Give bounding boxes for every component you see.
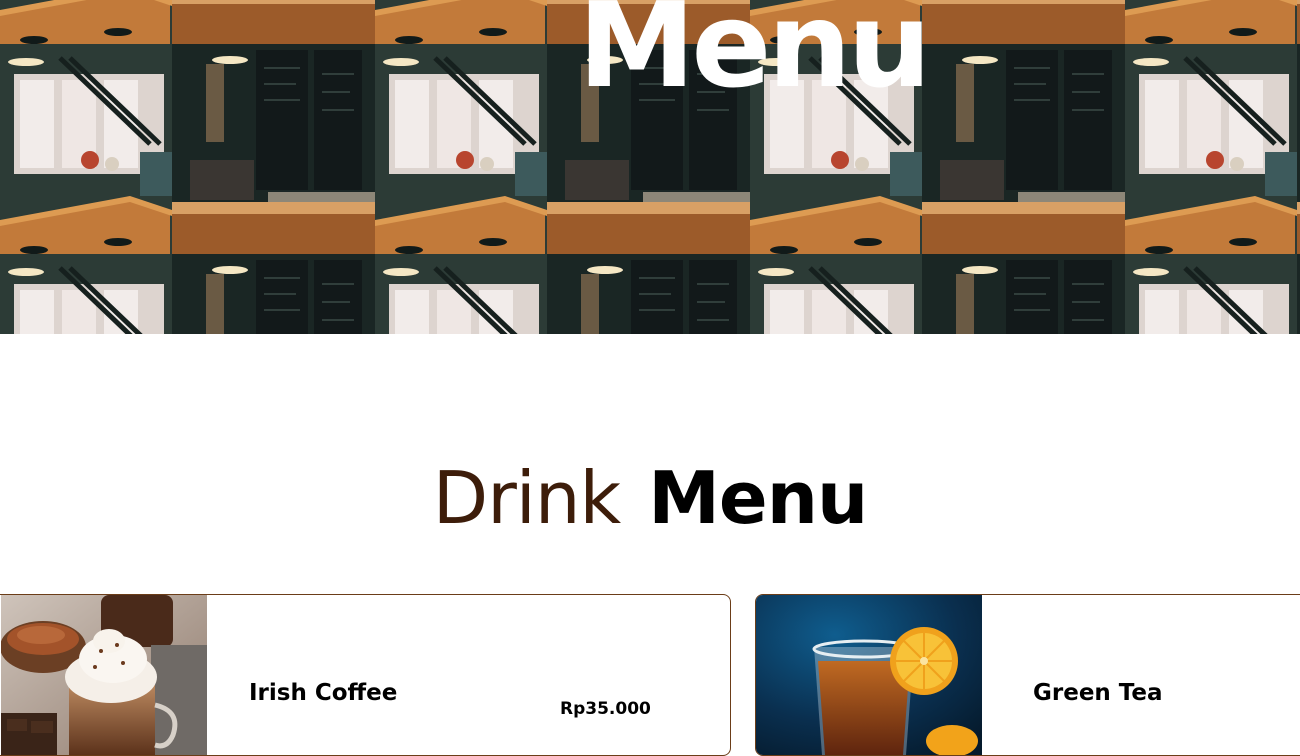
hero-photo-tile (375, 254, 750, 334)
hero-title: Menu (578, 0, 931, 114)
heading-word-bold: Menu (648, 456, 868, 540)
hero-photo-tile (0, 44, 375, 254)
menu-card-irish-coffee[interactable]: Irish Coffee Rp35.000 (0, 594, 731, 756)
hero-banner: Menu (0, 0, 1300, 334)
heading-word-light: Drink (432, 456, 621, 540)
green-tea-image (756, 595, 982, 755)
menu-item-price: Rp35.000 (560, 699, 651, 719)
hero-photo-tile (1125, 254, 1300, 334)
menu-card-green-tea[interactable]: Green Tea (755, 594, 1300, 756)
hero-photo-tile (0, 0, 375, 44)
hero-photo-tile (1125, 0, 1300, 44)
menu-item-name: Irish Coffee (249, 680, 398, 706)
hero-photo-tile (750, 254, 1125, 334)
menu-item-name: Green Tea (1033, 680, 1163, 706)
irish-coffee-image (1, 595, 207, 755)
hero-photo-tile (1125, 44, 1300, 254)
hero-photo-tile (0, 254, 375, 334)
drink-menu-heading: Drink Menu (0, 462, 1300, 534)
